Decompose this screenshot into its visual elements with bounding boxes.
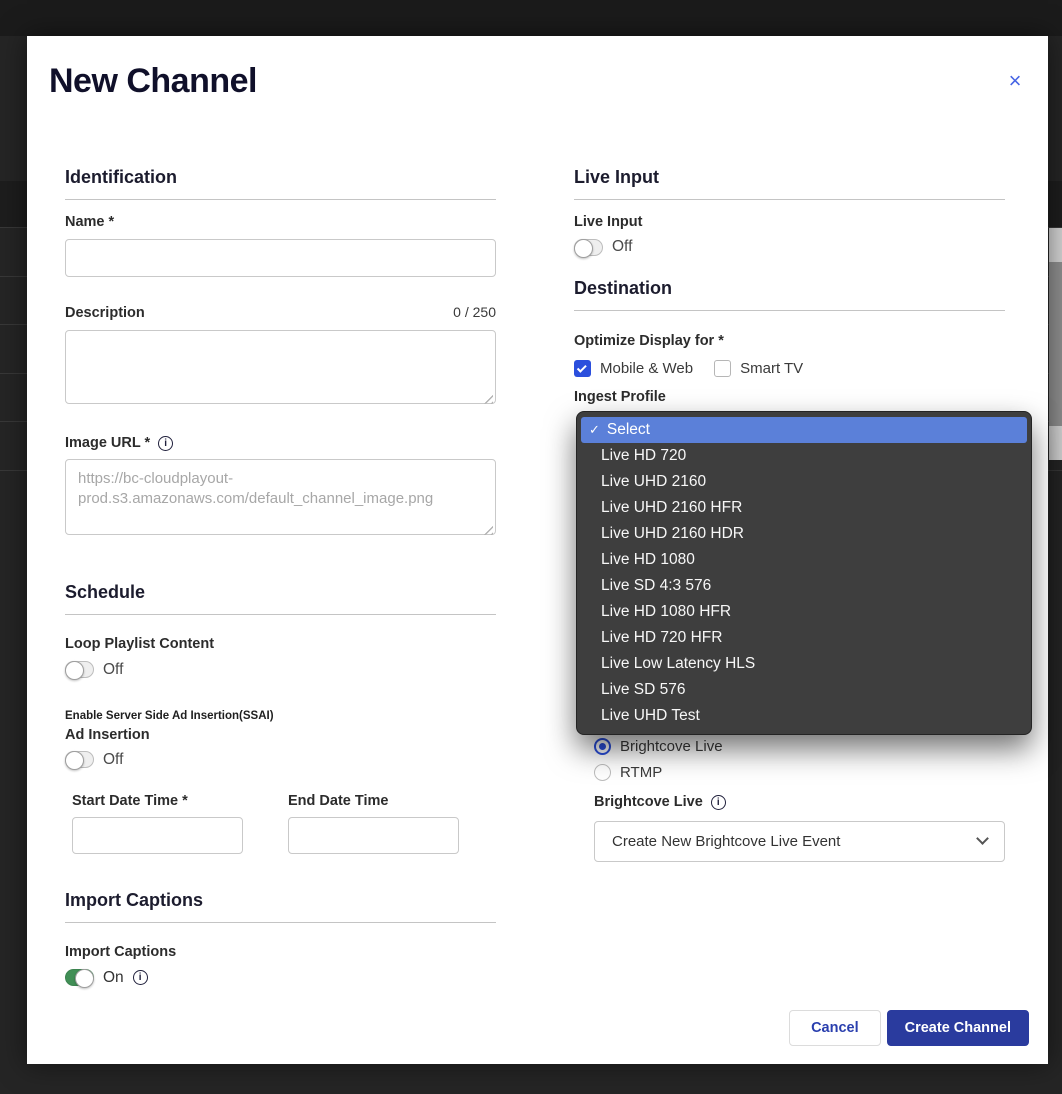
start-date-label: Start Date Time *	[72, 793, 243, 810]
import-captions-label: Import Captions	[65, 944, 496, 961]
live-input-toggle[interactable]	[574, 239, 603, 256]
info-icon[interactable]: i	[133, 970, 148, 985]
loop-playlist-label: Loop Playlist Content	[65, 636, 496, 653]
brightcove-live-event-select[interactable]: Create New Brightcove Live Event	[594, 821, 1005, 862]
radio-brightcove-live[interactable]: Brightcove Live	[594, 738, 1005, 755]
live-input-heading: Live Input	[574, 167, 1005, 200]
checkbox-checked-icon	[574, 360, 591, 377]
page-title: New Channel	[27, 36, 1048, 101]
end-date-label: End Date Time	[288, 793, 459, 810]
info-icon[interactable]: i	[158, 436, 173, 451]
image-url-label: Image URL *	[65, 435, 150, 452]
radio-rtmp[interactable]: RTMP	[594, 764, 1005, 781]
loop-playlist-state: Off	[103, 661, 123, 679]
dropdown-option[interactable]: Live UHD 2160	[581, 469, 1027, 495]
modal-header: New Channel ×	[27, 36, 1048, 127]
modal-body: Identification Name * Description 0 / 25…	[27, 127, 1048, 1064]
import-captions-state: On	[103, 969, 124, 987]
ssai-note: Enable Server Side Ad Insertion(SSAI)	[65, 710, 496, 722]
ad-insertion-toggle[interactable]	[65, 751, 94, 768]
modal-footer: Cancel Create Channel	[789, 1010, 1029, 1046]
optimize-display-label: Optimize Display for *	[574, 333, 1005, 350]
left-column: Identification Name * Description 0 / 25…	[65, 127, 496, 987]
name-input[interactable]	[65, 239, 496, 277]
close-button[interactable]: ×	[1000, 66, 1030, 96]
app-background: New Channel × Identification Name * Desc…	[0, 0, 1062, 1094]
destination-heading: Destination	[574, 278, 1005, 311]
schedule-heading: Schedule	[65, 582, 496, 615]
info-icon[interactable]: i	[711, 795, 726, 810]
checkbox-smart-tv[interactable]: Smart TV	[714, 360, 803, 377]
start-date-input[interactable]	[72, 817, 243, 854]
checkbox-unchecked-icon	[714, 360, 731, 377]
checkbox-mobile-web[interactable]: Mobile & Web	[574, 360, 693, 377]
brightcove-live-label: Brightcove Live	[594, 794, 703, 811]
new-channel-modal: New Channel × Identification Name * Desc…	[27, 36, 1048, 1064]
destination-type-group: Brightcove Live RTMP Brightcove Live i C…	[594, 738, 1005, 861]
description-label: Description	[65, 305, 145, 322]
dropdown-option[interactable]: Live HD 720	[581, 443, 1027, 469]
ingest-profile-dropdown: ✓ Select Live HD 720 Live UHD 2160 Live …	[576, 411, 1032, 735]
dropdown-option[interactable]: Live SD 576	[581, 677, 1027, 703]
dropdown-option[interactable]: Live HD 1080	[581, 547, 1027, 573]
close-icon: ×	[1009, 68, 1022, 93]
ad-insertion-state: Off	[103, 751, 123, 769]
import-captions-heading: Import Captions	[65, 890, 496, 923]
create-channel-button[interactable]: Create Channel	[887, 1010, 1029, 1046]
check-icon: ✓	[589, 417, 600, 443]
dropdown-option[interactable]: Live UHD 2160 HDR	[581, 521, 1027, 547]
end-date-input[interactable]	[288, 817, 459, 854]
import-captions-toggle[interactable]	[65, 969, 94, 986]
ad-insertion-label: Ad Insertion	[65, 727, 496, 744]
dropdown-option[interactable]: Live SD 4:3 576	[581, 573, 1027, 599]
image-url-textarea[interactable]	[65, 459, 496, 535]
identification-heading: Identification	[65, 167, 496, 200]
dropdown-option[interactable]: Live UHD 2160 HFR	[581, 495, 1027, 521]
background-scrollbar-thumb[interactable]	[1049, 262, 1062, 426]
cancel-button[interactable]: Cancel	[789, 1010, 881, 1046]
dropdown-option[interactable]: Live UHD Test	[581, 703, 1027, 729]
radio-unselected-icon	[594, 764, 611, 781]
name-label: Name *	[65, 214, 496, 231]
background-top-bar	[0, 0, 1062, 36]
live-input-label: Live Input	[574, 214, 1005, 231]
description-textarea[interactable]	[65, 330, 496, 404]
dropdown-option[interactable]: Live Low Latency HLS	[581, 651, 1027, 677]
live-input-state: Off	[612, 238, 632, 256]
description-counter: 0 / 250	[453, 304, 496, 320]
ingest-profile-label: Ingest Profile	[574, 389, 1005, 406]
chevron-down-icon	[976, 832, 989, 845]
dropdown-option[interactable]: Live HD 720 HFR	[581, 625, 1027, 651]
dropdown-option-selected[interactable]: ✓ Select	[581, 417, 1027, 443]
dropdown-option[interactable]: Live HD 1080 HFR	[581, 599, 1027, 625]
radio-selected-icon	[594, 738, 611, 755]
loop-playlist-toggle[interactable]	[65, 661, 94, 678]
